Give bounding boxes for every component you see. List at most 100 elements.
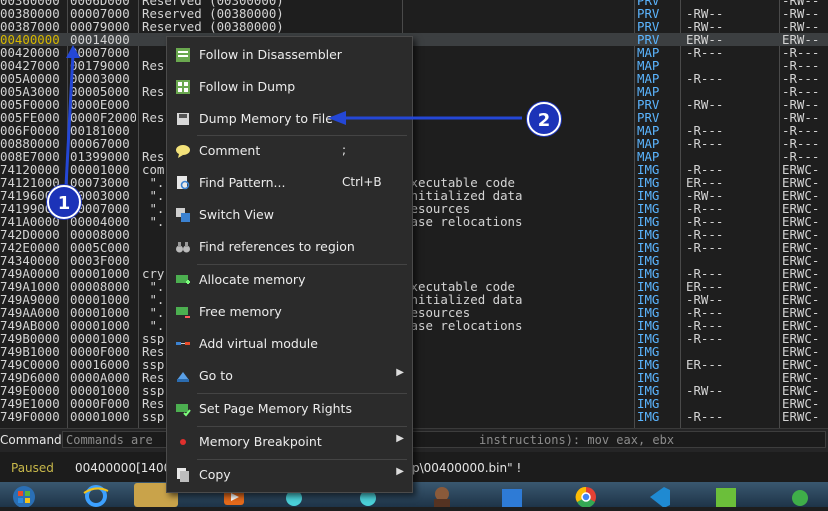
table-row[interactable]: 74196000 00003000 ". nitialized data IMG -R… xyxy=(0,189,828,202)
cell-type: PRV xyxy=(637,20,660,33)
cell-type: IMG xyxy=(637,176,660,189)
table-row[interactable]: 749AA000 00001000 ". esources IMG -R--- ERWC… xyxy=(0,306,828,319)
cell-initial-protection: ERWC- xyxy=(782,228,820,241)
cell-type: IMG xyxy=(637,332,660,345)
table-row[interactable]: 005FE000 0000F2000 Res PRV -RW-- xyxy=(0,111,828,124)
annotation-badge-1: 1 xyxy=(47,185,81,219)
menu-item-find-references[interactable]: Find references to region xyxy=(167,233,412,261)
menu-item-go-to[interactable]: Go to ▶ xyxy=(167,362,412,390)
table-row[interactable]: 749B1000 0000F000 Res IMG ERWC- xyxy=(0,345,828,358)
cell-initial-protection: -R--- xyxy=(782,59,820,72)
menu-item-switch-view[interactable]: Switch View xyxy=(167,201,412,229)
cell-protection: -R--- xyxy=(686,267,724,280)
menu-item-follow-in-disassembler[interactable]: Follow in Disassembler xyxy=(167,41,412,69)
table-row[interactable]: 749AB000 00001000 ". ase relocations IMG -R… xyxy=(0,319,828,332)
cell-address: 005A3000 xyxy=(0,85,60,98)
cell-address: 749C0000 xyxy=(0,358,60,371)
menu-item-free-memory[interactable]: Free memory xyxy=(167,298,412,326)
cell-address: 749E0000 xyxy=(0,384,60,397)
app-icon[interactable] xyxy=(778,483,822,507)
cell-initial-protection: ERWC- xyxy=(782,384,820,397)
table-row[interactable]: 74120000 00001000 com IMG -R--- ERWC- xyxy=(0,163,828,176)
menu-item-set-page-memory-rights[interactable]: Set Page Memory Rights xyxy=(167,395,412,423)
menu-item-memory-breakpoint[interactable]: Memory Breakpoint ▶ xyxy=(167,428,412,456)
cell-type: MAP xyxy=(637,124,660,137)
table-row[interactable]: 749C0000 00016000 ssp IMG ER--- ERWC- xyxy=(0,358,828,371)
internet-explorer-icon[interactable] xyxy=(74,483,118,507)
allocate-memory-icon xyxy=(175,272,191,288)
table-row[interactable]: 749E0000 00001000 ssp IMG -RW-- ERWC- xyxy=(0,384,828,397)
cell-initial-protection: ERWC- xyxy=(782,202,820,215)
cell-initial-protection: ERWC- xyxy=(782,358,820,371)
table-row[interactable]: 008E7000 01399000 Res MAP -R--- xyxy=(0,150,828,163)
editor-icon[interactable] xyxy=(704,483,748,507)
table-row[interactable]: 00427000 00179000 Res MAP -R--- xyxy=(0,59,828,72)
menu-item-label: Set Page Memory Rights xyxy=(199,401,352,416)
table-row[interactable]: 742E0000 0005C000 IMG -R--- ERWC- xyxy=(0,241,828,254)
cell-address: 749A9000 xyxy=(0,293,60,306)
context-menu[interactable]: Follow in Disassembler Follow in Dump Du… xyxy=(166,36,413,493)
menu-item-allocate-memory[interactable]: Allocate memory xyxy=(167,266,412,294)
table-row[interactable]: 005A3000 00005000 Res MAP -R--- xyxy=(0,85,828,98)
menu-item-add-virtual-module[interactable]: Add virtual module xyxy=(167,330,412,358)
cell-size: 00004000 xyxy=(70,215,130,228)
cell-size: 00001000 xyxy=(70,410,130,423)
table-row[interactable]: 749A9000 00001000 ". nitialized data IMG -R… xyxy=(0,293,828,306)
table-row[interactable]: 006F0000 00181000 MAP -R--- -R--- xyxy=(0,124,828,137)
menu-item-follow-in-dump[interactable]: Follow in Dump xyxy=(167,73,412,101)
cell-initial-protection: ERWC- xyxy=(782,280,820,293)
cell-type: IMG xyxy=(637,267,660,280)
start-button[interactable] xyxy=(2,483,46,508)
table-row[interactable]: 00387000 00079000 Reserved (00380000) PRV -R… xyxy=(0,20,828,33)
table-row[interactable]: 00400000 00014000 PRV ERW-- ERW-- xyxy=(0,33,828,46)
cell-initial-protection: ERWC- xyxy=(782,332,820,345)
menu-separator xyxy=(197,135,407,136)
command-bar: Command: Commands are instructions): mov… xyxy=(0,428,828,452)
table-row[interactable]: 749E1000 0000F000 Res IMG ERWC- xyxy=(0,397,828,410)
status-message-tail: p\00400000.bin" ! xyxy=(412,461,522,475)
app-window-icon[interactable] xyxy=(490,483,534,507)
cell-size: 0006D000 xyxy=(70,0,136,7)
cell-type: IMG xyxy=(637,241,660,254)
cell-protection: -R--- xyxy=(686,410,724,423)
table-row[interactable]: 74340000 0003F000 IMG ERWC- xyxy=(0,254,828,267)
app-portrait-icon[interactable] xyxy=(420,483,464,507)
cell-initial-protection: ERWC- xyxy=(782,215,820,228)
table-row[interactable]: 749A1000 00008000 ". xecutable code IMG ER-… xyxy=(0,280,828,293)
submenu-arrow-icon: ▶ xyxy=(396,466,404,477)
cell-address: 749AA000 xyxy=(0,306,60,319)
menu-item-comment[interactable]: Comment ; xyxy=(167,137,412,165)
vscode-icon[interactable] xyxy=(636,483,680,508)
menu-item-dump-memory-to-file[interactable]: Dump Memory to File xyxy=(167,105,412,133)
table-row[interactable]: 005A0000 00003000 MAP -R--- -R--- xyxy=(0,72,828,85)
menu-item-copy[interactable]: Copy ▶ xyxy=(167,461,412,489)
cell-protection: ERW-- xyxy=(686,33,724,46)
table-row[interactable]: 749A0000 00001000 cry IMG -R--- ERWC- xyxy=(0,267,828,280)
cell-type: MAP xyxy=(637,137,660,150)
table-row[interactable]: 741A0000 00004000 ". ase relocations IMG -R… xyxy=(0,215,828,228)
table-row[interactable]: 749F0000 00001000 ssp IMG -R--- ERWC- xyxy=(0,410,828,423)
table-row[interactable]: 749D6000 0000A000 Res IMG ERWC- xyxy=(0,371,828,384)
cell-initial-protection: -R--- xyxy=(782,137,820,150)
table-row[interactable]: 00380000 00007000 Reserved (00380000) PRV -R… xyxy=(0,7,828,20)
table-row[interactable]: 749B0000 00001000 ssp IMG -R--- ERWC- xyxy=(0,332,828,345)
table-row[interactable]: 00420000 00007000 MAP -R--- -R--- xyxy=(0,46,828,59)
menu-item-find-pattern[interactable]: Find Pattern... Ctrl+B xyxy=(167,169,412,197)
cell-protection: -RW-- xyxy=(686,189,724,202)
cell-size: 00008000 xyxy=(70,280,130,293)
table-row[interactable]: 74121000 00073000 ". xecutable code IMG ER-… xyxy=(0,176,828,189)
go-to-icon xyxy=(175,368,191,384)
table-row[interactable]: 005F0000 0000E000 PRV -RW-- -RW-- xyxy=(0,98,828,111)
table-row[interactable]: 00880000 00067000 MAP -R--- -R--- xyxy=(0,137,828,150)
table-row[interactable]: 74199000 00007000 ". esources IMG -R--- ERWC… xyxy=(0,202,828,215)
cell-protection: -R--- xyxy=(686,72,724,85)
cell-protection: ER--- xyxy=(686,358,724,371)
cell-address: 74340000 xyxy=(0,254,60,267)
chrome-icon[interactable] xyxy=(564,483,608,508)
table-row[interactable]: 742D0000 00008000 IMG -R--- ERWC- xyxy=(0,228,828,241)
cell-size: 00073000 xyxy=(70,176,130,189)
table-row[interactable]: 00360000 0006D000 Reserved (00300000)PRV -R… xyxy=(0,0,828,7)
cell-type: PRV xyxy=(637,33,660,46)
menu-item-label: Allocate memory xyxy=(199,272,306,287)
memory-map-table[interactable]: 003600000006D000Reserved (00300000)PRV-R… xyxy=(0,0,828,428)
